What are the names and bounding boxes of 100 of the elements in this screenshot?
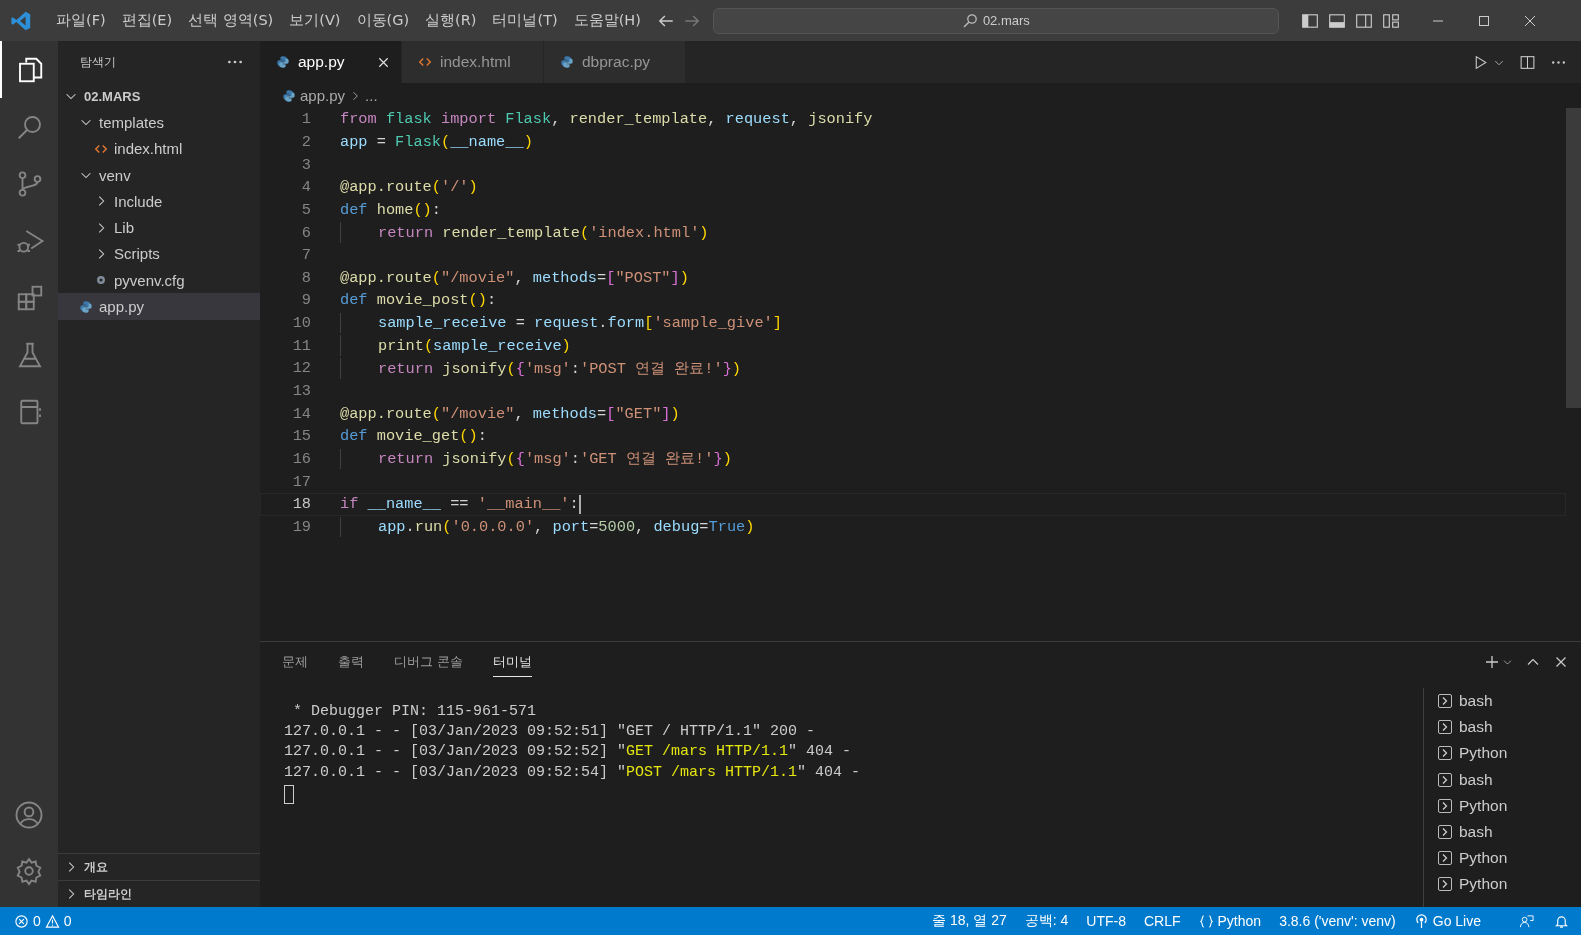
tree-item[interactable]: Lib [58, 214, 260, 241]
split-editor-icon[interactable] [1519, 53, 1536, 71]
warning-icon [44, 913, 60, 929]
terminal-cursor [284, 784, 294, 804]
tree-item[interactable]: templates [58, 109, 260, 136]
line-number: 4 [300, 178, 311, 197]
logo-icon [10, 9, 32, 32]
menu-item[interactable]: 터미널(T) [484, 11, 566, 30]
add-icon[interactable] [1484, 654, 1500, 670]
sidebar-layout-icon[interactable] [1300, 11, 1319, 30]
terminal-line: 127.0.0.1 - - [03/Jan/2023 09:52:54] "POST /mars HTTP/1.1" 404 - [284, 762, 862, 783]
line-number: 3 [300, 155, 311, 174]
panel-tab[interactable]: 문제 [282, 647, 308, 677]
code-line: sample_receive = request.form['sample_give'] [378, 314, 782, 333]
terminal-icon [1437, 850, 1453, 867]
tree-item[interactable]: venv [58, 161, 260, 189]
line-number: 8 [300, 268, 311, 287]
terminal-item[interactable]: Python [1437, 792, 1581, 819]
editor-tab[interactable]: app.py [260, 41, 402, 83]
terminal-icon [1437, 824, 1453, 841]
code-line: def home(): [340, 200, 441, 219]
line-number: 19 [291, 517, 311, 536]
terminal-icon [1437, 797, 1453, 814]
cursor-position[interactable]: 줄 18, 열 27 [932, 912, 1007, 930]
python-icon [560, 55, 574, 69]
line-number: 6 [300, 223, 311, 242]
terminal-item[interactable]: bash [1437, 818, 1581, 846]
menu-item[interactable]: 도움말(H) [565, 11, 649, 30]
terminal-item[interactable]: bash [1437, 688, 1581, 715]
menu-item[interactable]: 실행(R) [417, 11, 485, 30]
tree-item[interactable]: Scripts [58, 240, 260, 268]
terminal-line: 127.0.0.1 - - [03/Jan/2023 09:52:52] "GET /mars HTTP/1.1" 404 - [284, 742, 853, 763]
code-line: @app.route('/') [340, 178, 478, 197]
code-line: from flask import Flask, render_template, request, jsonify [340, 110, 873, 129]
panel-tab[interactable]: 출력 [338, 647, 364, 677]
search-icon [961, 12, 978, 29]
terminal-item[interactable]: Python [1437, 871, 1581, 898]
line-number: 15 [291, 427, 311, 446]
tree-item[interactable]: Include [58, 188, 260, 215]
breadcrumb-item[interactable]: app.py [300, 87, 346, 104]
terminal-item[interactable]: bash [1437, 714, 1581, 741]
menu-item[interactable]: 파일(F) [48, 11, 114, 30]
line-ending-status[interactable]: CRLF [1143, 913, 1181, 929]
terminal-item[interactable]: bash [1437, 766, 1581, 793]
panel-layout-icon[interactable] [1327, 11, 1346, 30]
menu-item[interactable]: 이동(G) [348, 11, 418, 30]
line-number: 12 [291, 359, 311, 378]
menu-item[interactable]: 보기(V) [281, 11, 349, 30]
editor-tab[interactable]: dbprac.py [544, 41, 686, 83]
panel-tab[interactable]: 터미널 [493, 647, 532, 677]
interpreter-status[interactable]: 3.8.6 ('venv': venv) [1279, 913, 1396, 929]
code-line: print(sample_receive) [378, 336, 571, 355]
line-number: 9 [300, 291, 311, 310]
tree-item[interactable]: index.html [58, 135, 260, 162]
editor-tab[interactable]: index.html [402, 41, 544, 83]
python-icon [282, 88, 296, 103]
line-number: 14 [291, 404, 311, 423]
split-layout-icon[interactable] [1354, 11, 1373, 30]
tree-item[interactable]: 02.MARS [58, 83, 260, 110]
text-cursor [578, 494, 581, 514]
terminal-item[interactable]: Python [1437, 740, 1581, 767]
code-line: return jsonify({'msg':'POST 연결 완료!'}) [378, 358, 741, 379]
code-line: def movie_post(): [340, 291, 497, 310]
code-line: return jsonify({'msg':'GET 연결 완료!'}) [378, 449, 732, 470]
terminal-line: 127.0.0.1 - - [03/Jan/2023 09:52:51] "GET / HTTP/1.1" 200 - [284, 722, 817, 743]
code-line: def movie_get(): [340, 427, 487, 446]
terminal-icon [1437, 745, 1453, 762]
account-icon[interactable] [14, 800, 44, 830]
indentation-status[interactable]: 공백: 4 [1024, 912, 1069, 930]
line-number: 13 [291, 382, 311, 400]
go-live-button[interactable]: Go Live [1413, 913, 1481, 929]
notification-bell-icon[interactable] [1554, 913, 1569, 929]
panel-tab[interactable]: 디버그 콘솔 [394, 647, 463, 677]
sidebar-title: 탐색기 [80, 53, 117, 71]
menu-item[interactable]: 편집(E) [113, 11, 181, 30]
terminal-item[interactable]: Python [1437, 845, 1581, 872]
braces-icon [1198, 913, 1214, 929]
line-number: 17 [291, 472, 311, 491]
line-number: 18 [291, 495, 311, 514]
line-number: 5 [300, 200, 311, 219]
menu-item[interactable]: 선택 영역(S) [180, 11, 282, 30]
code-line: app = Flask(__name__) [340, 132, 533, 151]
feedback-icon[interactable] [1519, 913, 1534, 929]
code-line: app.run('0.0.0.0', port=5000, debug=True) [378, 517, 755, 536]
problems-status[interactable]: 0 0 [14, 913, 72, 929]
tree-item[interactable]: app.py [58, 293, 260, 320]
sidebar-section[interactable]: 개요 [58, 853, 260, 880]
breadcrumb-item[interactable]: ... [365, 87, 378, 104]
terminal-icon [1437, 693, 1453, 710]
scrollbar[interactable] [1566, 108, 1581, 408]
line-number: 16 [291, 449, 311, 468]
search-field[interactable]: 02.mars [712, 7, 1279, 34]
custom-layout-icon[interactable] [1381, 11, 1400, 30]
settings-icon[interactable] [14, 856, 44, 886]
line-number: 11 [291, 336, 311, 355]
language-mode[interactable]: Python [1198, 913, 1262, 929]
terminal-icon [1437, 719, 1453, 736]
code-line: if __name__ == '__main__': [340, 495, 579, 514]
tree-item[interactable]: pyvenv.cfg [58, 267, 260, 294]
encoding-status[interactable]: UTF-8 [1086, 913, 1126, 929]
